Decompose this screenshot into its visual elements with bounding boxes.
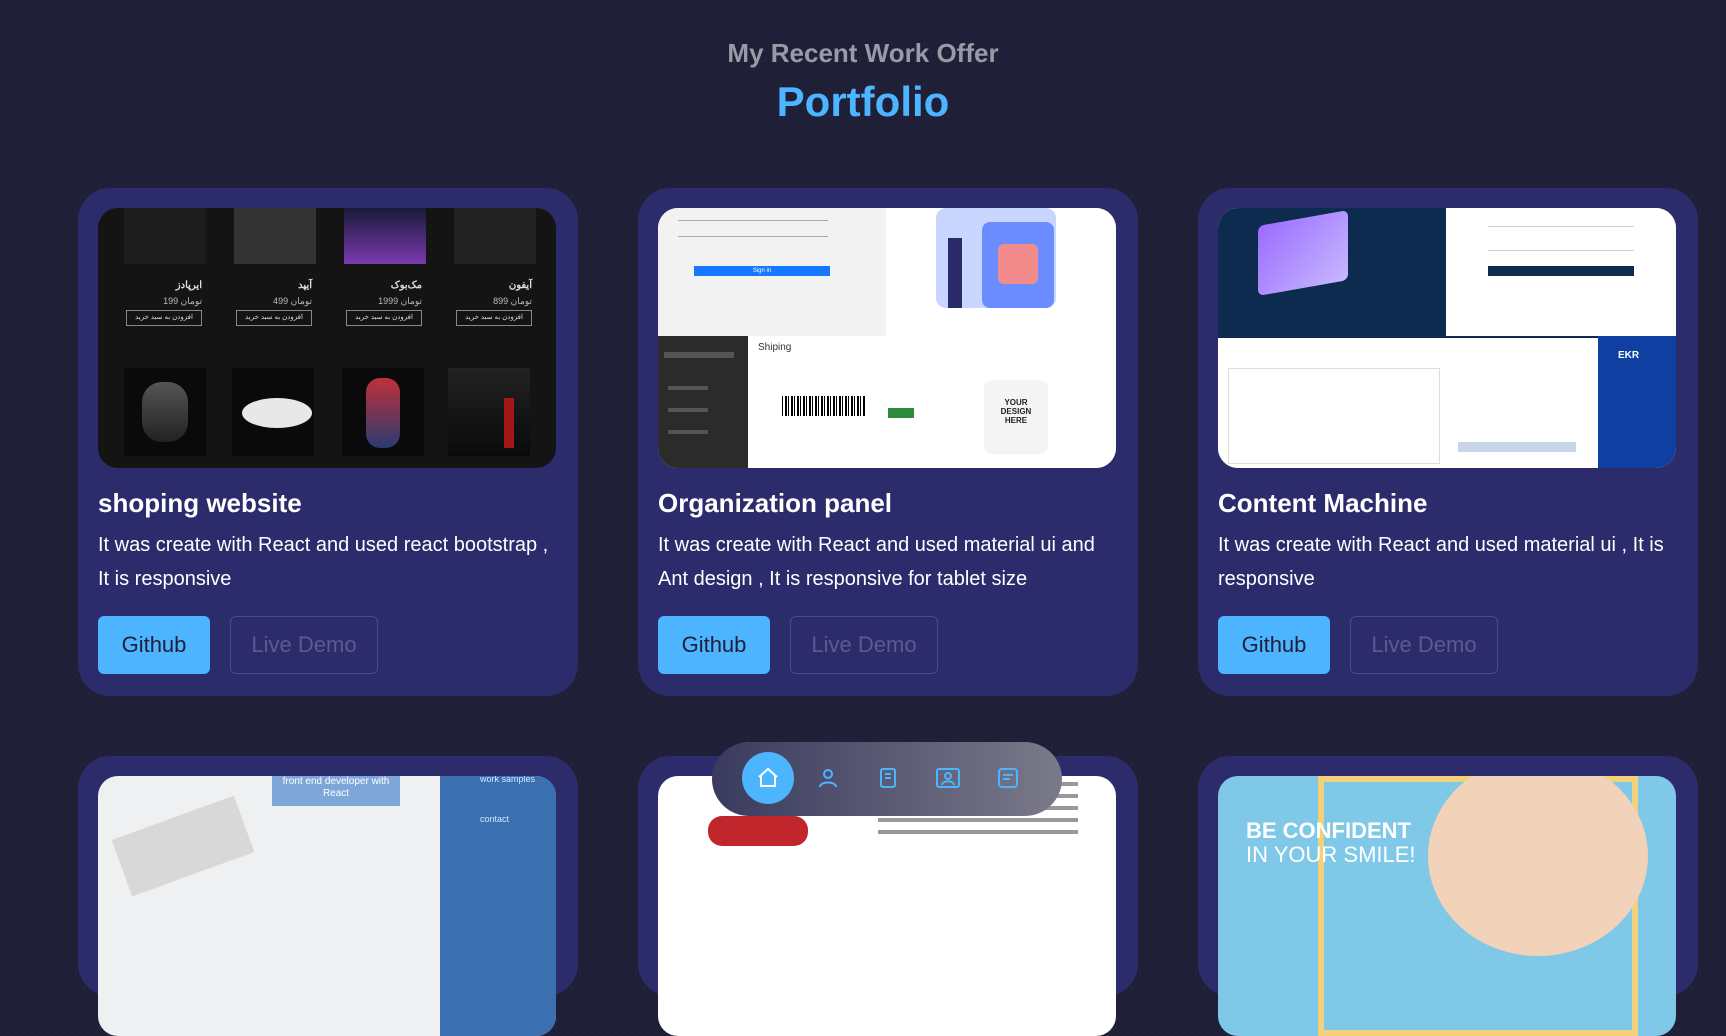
book-icon: [880, 768, 896, 788]
github-button[interactable]: Github: [1218, 616, 1330, 674]
project-thumbnail: front end developer with React work samp…: [98, 776, 556, 1036]
github-button[interactable]: Github: [98, 616, 210, 674]
nav-portfolio[interactable]: [922, 752, 974, 804]
portfolio-card-content-machine: EKR Content Machine It was create with R…: [1198, 188, 1698, 696]
bottom-nav: [712, 742, 1062, 816]
project-thumbnail: آیفون تومان 899 افزودن به سبد خرید مک‌بو…: [98, 208, 556, 468]
project-title: shoping website: [98, 488, 302, 518]
project-thumbnail: EKR: [1218, 208, 1676, 468]
live-demo-button[interactable]: Live Demo: [1350, 616, 1498, 674]
portfolio-card-dental-site: BE CONFIDENT IN YOUR SMILE!: [1198, 756, 1698, 1036]
user-icon: [819, 769, 837, 788]
nav-home[interactable]: [742, 752, 794, 804]
project-description: It was create with React and used materi…: [658, 534, 1095, 590]
portfolio-card-organization: Sign in Shiping YOUR DESIGN HERE Organiz…: [638, 188, 1138, 696]
project-thumbnail: Sign in Shiping YOUR DESIGN HERE: [658, 208, 1116, 468]
project-thumbnail: BE CONFIDENT IN YOUR SMILE!: [1218, 776, 1676, 1036]
github-button[interactable]: Github: [658, 616, 770, 674]
portfolio-card-personal-site: front end developer with React work samp…: [78, 756, 578, 1036]
live-demo-button[interactable]: Live Demo: [790, 616, 938, 674]
nav-about[interactable]: [802, 752, 854, 804]
portfolio-card-shopping: آیفون تومان 899 افزودن به سبد خرید مک‌بو…: [78, 188, 578, 696]
nav-contact[interactable]: [982, 752, 1034, 804]
project-title: Content Machine: [1218, 488, 1428, 518]
message-icon: [998, 768, 1018, 788]
project-description: It was create with React and used react …: [98, 534, 549, 590]
nav-experience[interactable]: [862, 752, 914, 804]
home-icon: [758, 767, 778, 787]
section-title: Portfolio: [776, 78, 950, 125]
project-title: Organization panel: [658, 488, 893, 518]
section-subtitle: My Recent Work Offer: [727, 38, 999, 68]
project-description: It was create with React and used materi…: [1218, 534, 1664, 590]
profile-card-icon: [936, 768, 960, 788]
live-demo-button[interactable]: Live Demo: [230, 616, 378, 674]
